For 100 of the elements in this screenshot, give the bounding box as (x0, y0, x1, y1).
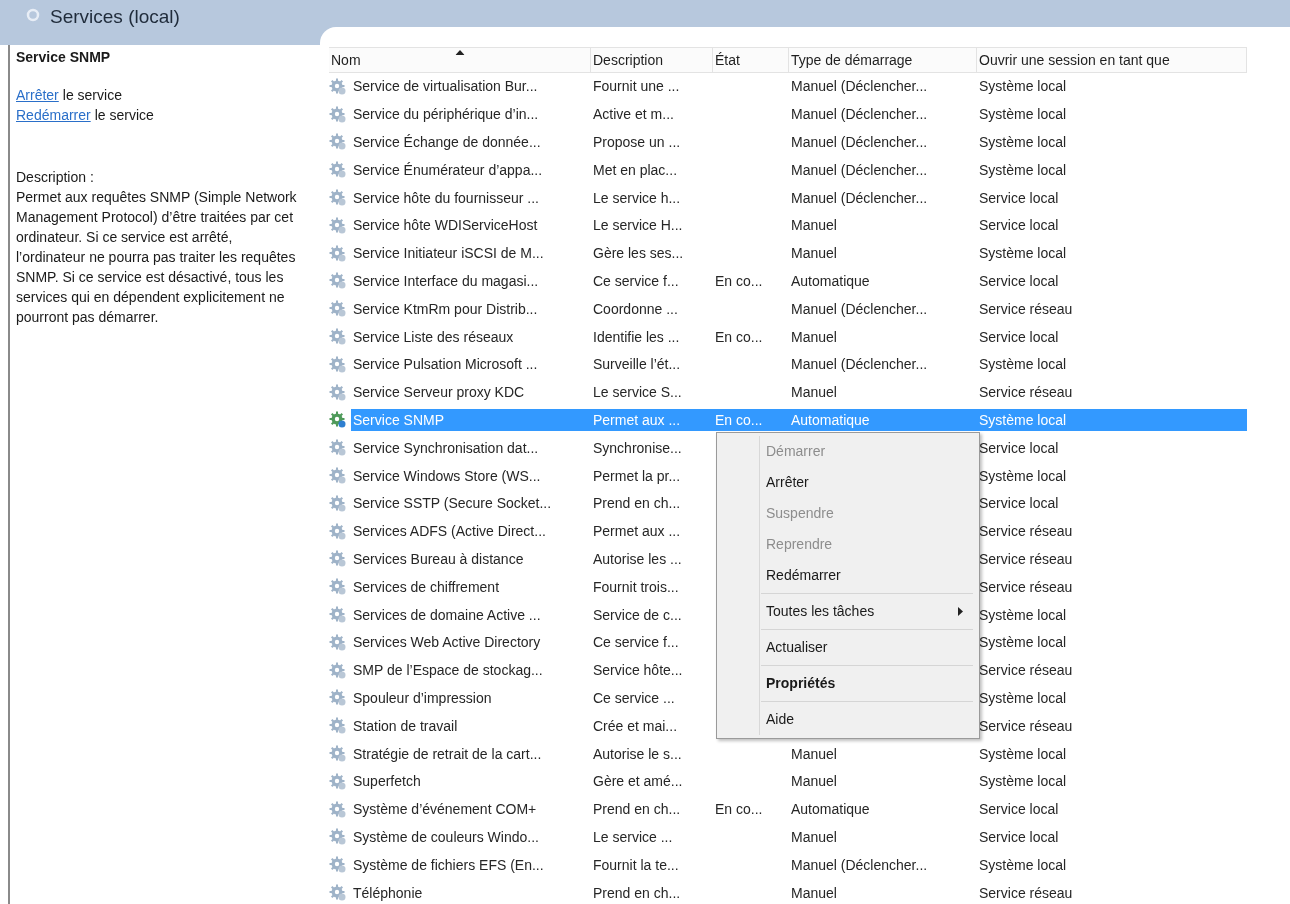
submenu-arrow-icon (958, 607, 963, 616)
startup-cell: Automatique (791, 411, 870, 428)
startup-cell: Manuel (Déclencher... (791, 300, 928, 317)
description-text: Permet aux requêtes SNMP (Simple Network Management Protocol) d’être traitées par cet ordinateur. Si ce service est arrêté, l’ordinateur ne pourra pas traiter les requêtes SNMP. Si ce service est désactivé, tous les services qui en dépendent explicitement ne pourront pas démarrer. (16, 188, 298, 327)
startup-cell: Manuel (Déclencher... (791, 106, 928, 123)
logon-cell: Service réseau (979, 884, 1073, 901)
startup-cell: Manuel (791, 884, 837, 901)
description-cell: Coordonne ... (593, 300, 678, 317)
logon-cell: Système local (979, 634, 1067, 651)
column-header[interactable]: Description (591, 47, 713, 73)
gears-icon (329, 772, 347, 791)
menu-item[interactable]: Arrêter (717, 467, 979, 498)
gears-icon (329, 383, 347, 402)
service-name: Service de virtualisation Bur... (353, 78, 538, 95)
gears-icon (329, 745, 347, 763)
logon-cell: Système local (979, 78, 1067, 95)
description-cell: Propose un ... (593, 134, 681, 150)
service-name: Service Interface du magasi... (353, 272, 539, 289)
logon-cell: Service local (979, 272, 1059, 289)
gears-icon (329, 439, 347, 458)
action-link[interactable]: Arrêter (16, 85, 59, 105)
gears-icon (329, 105, 347, 124)
description-cell: Gère et amé... (593, 773, 683, 790)
description-cell: Gère les ses... (593, 245, 684, 262)
logon-cell: Système local (979, 745, 1067, 762)
gears-icon (329, 77, 347, 96)
action-text: le service (94, 106, 154, 125)
logon-cell: Système local (979, 106, 1067, 123)
menu-item[interactable]: Propriétés (717, 668, 979, 699)
gears-icon (329, 133, 347, 152)
service-title: Service SNMP (16, 48, 112, 67)
logon-cell: Service réseau (979, 662, 1073, 679)
service-name: Service SSTP (Secure Socket... (353, 495, 552, 512)
menu-item[interactable]: Toutes les tâches (717, 596, 979, 627)
logon-cell: Service local (979, 439, 1059, 456)
description-cell: Service de c... (593, 606, 682, 623)
column-header[interactable]: État (713, 47, 789, 73)
description-cell: Ce service f... (593, 272, 679, 289)
description-label: Description : (16, 168, 95, 187)
gears-icon (329, 606, 347, 625)
description-cell: Le service ... (593, 828, 673, 845)
logon-cell: Service local (979, 801, 1059, 818)
description-cell: Le service H... (593, 217, 683, 234)
startup-cell: Manuel (Déclencher... (791, 189, 928, 206)
gears-icon (329, 550, 347, 569)
logon-cell: Système local (979, 856, 1067, 873)
startup-cell: Automatique (791, 801, 870, 818)
gears-icon (329, 216, 347, 235)
gears-icon (329, 800, 347, 819)
startup-cell: Manuel (Déclencher... (791, 356, 928, 373)
service-name: Services Web Active Directory (353, 634, 541, 651)
description-cell: Crée et mai... (593, 717, 678, 734)
service-name: Téléphonie (353, 884, 423, 901)
service-name: Superfetch (353, 773, 421, 790)
description-cell: Fournit une ... (593, 78, 680, 95)
service-name: Services de chiffrement (353, 578, 500, 595)
description-cell: Autorise les ... (593, 550, 682, 567)
service-name: Services ADFS (Active Direct... (353, 523, 546, 540)
service-name: Spouleur d’impression (353, 689, 492, 706)
gears-icon (329, 717, 347, 736)
startup-cell: Manuel (791, 217, 837, 234)
service-name: Service Windows Store (WS... (353, 467, 541, 484)
service-name: Service SNMP (353, 411, 445, 428)
description-cell: Ce service ... (593, 689, 675, 706)
service-name: Service Liste des réseaux (353, 328, 514, 345)
logon-cell: Système local (979, 689, 1067, 706)
service-name: Service hôte WDIServiceHost (353, 217, 538, 234)
gears-icon (329, 411, 347, 430)
gears-icon (329, 578, 347, 597)
description-cell: Service hôte... (593, 662, 683, 679)
logon-cell: Service local (979, 189, 1059, 206)
menu-item[interactable]: Aide (717, 704, 979, 735)
service-name: Stratégie de retrait de la cart... (353, 745, 542, 762)
description-cell: Prend en ch... (593, 495, 681, 512)
logon-cell: Système local (979, 411, 1067, 428)
description-cell: Permet la pr... (593, 467, 681, 484)
column-header[interactable]: Nom (329, 47, 591, 73)
action-text: le service (62, 86, 122, 105)
logon-cell: Système local (979, 245, 1067, 262)
logon-cell: Système local (979, 606, 1067, 623)
logon-cell: Service réseau (979, 384, 1073, 401)
description-cell: Identifie les ... (593, 328, 680, 345)
service-name: Service Pulsation Microsoft ... (353, 356, 538, 373)
gears-icon (329, 633, 347, 652)
description-cell: Permet aux ... (593, 523, 681, 540)
logon-cell: Service local (979, 495, 1059, 512)
service-name: Système de couleurs Windo... (353, 828, 539, 845)
column-header[interactable]: Type de démarrage (789, 47, 977, 73)
logon-cell: Système local (979, 134, 1067, 150)
column-header[interactable]: Ouvrir une session en tant que (977, 47, 1247, 73)
menu-item[interactable]: Redémarrer (717, 560, 979, 591)
action-link[interactable]: Redémarrer (16, 105, 91, 125)
service-name: Services de domaine Active ... (353, 606, 541, 623)
startup-cell: Automatique (791, 272, 870, 289)
service-name: Services Bureau à distance (353, 550, 524, 567)
startup-cell: Manuel (791, 384, 837, 401)
state-cell: En co... (715, 328, 763, 345)
menu-item[interactable]: Actualiser (717, 632, 979, 663)
description-cell: Autorise le s... (593, 745, 682, 762)
description-cell: Prend en ch... (593, 801, 681, 818)
